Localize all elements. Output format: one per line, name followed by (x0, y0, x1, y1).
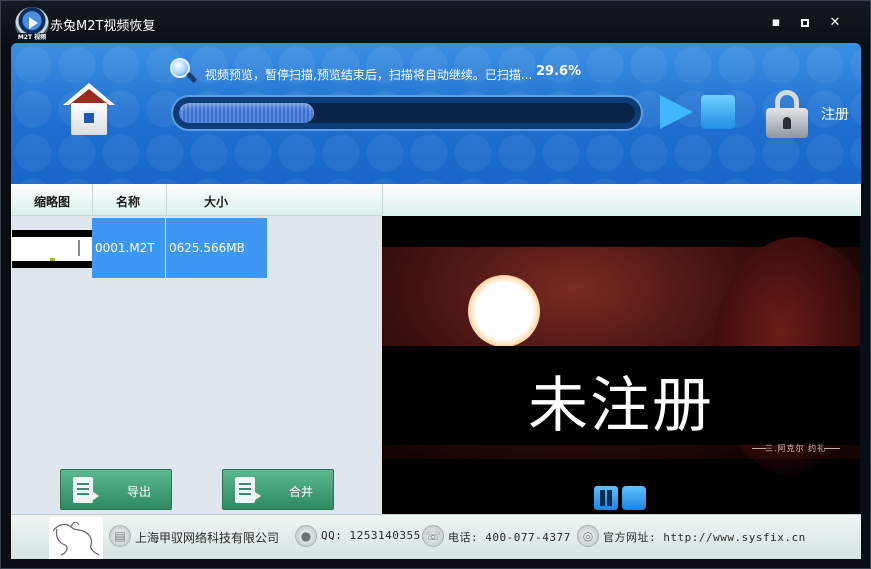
file-list-header: 缩略图 名称 大小 (11, 184, 382, 216)
export-doc-line (77, 483, 89, 485)
merge-doc-line (239, 488, 251, 490)
merge-arrow-glyph (251, 489, 261, 503)
file-row[interactable]: 0001.M2T 0625.566MB (11, 218, 267, 278)
unregistered-banner: 未注册 (382, 346, 860, 445)
logo-badge: M2T 视频 (17, 33, 47, 42)
video-thumbnail (12, 230, 92, 268)
file-size: 0625.566MB (166, 218, 267, 278)
unregistered-watermark: 未注册 (528, 371, 714, 441)
column-divider (92, 184, 93, 216)
lock-icon[interactable] (766, 90, 808, 138)
thumbnail-band (12, 261, 92, 268)
merge-doc-line (239, 483, 251, 485)
horse-logo-drawing (52, 521, 100, 556)
thumbnail-band (12, 230, 92, 237)
export-arrow-glyph (89, 489, 99, 503)
column-size[interactable]: 大小 (204, 193, 228, 210)
file-name: 0001.M2T (92, 218, 165, 278)
preview-header (382, 184, 861, 216)
merge-button[interactable]: 合并 (222, 469, 334, 510)
export-button[interactable]: 导出 (60, 469, 172, 510)
column-thumbnail[interactable]: 缩略图 (34, 193, 70, 210)
home-window (82, 111, 96, 125)
preview-caption: 三.阿克尔 约礼 (765, 444, 827, 453)
qq-number[interactable]: QQ: 1253140355 (321, 529, 421, 542)
thumbnail-text-mark (78, 240, 80, 256)
window-title: 赤兔M2T视频恢复 (50, 19, 156, 34)
company-name: 上海甲驭网络科技有限公司 (135, 531, 280, 545)
file-list-panel: 缩略图 名称 大小 0001.M2T 0625.566MB 导出 合并 (11, 184, 382, 514)
merge-label: 合并 (289, 485, 314, 499)
logo-play-glyph (29, 17, 38, 29)
horse-logo (49, 517, 103, 559)
progress-track (179, 103, 635, 123)
video-preview[interactable]: 未注册 三.阿克尔 约礼 (382, 216, 860, 514)
column-name[interactable]: 名称 (116, 193, 140, 210)
search-icon (170, 58, 198, 84)
qq-icon: ● (295, 525, 317, 547)
export-icon (73, 477, 99, 503)
search-handle (185, 71, 198, 84)
register-link[interactable]: 注册 (821, 104, 849, 124)
home-button[interactable] (63, 83, 115, 135)
preview-scene: 未注册 (382, 237, 860, 477)
app-logo-icon: M2T 视频 (15, 7, 49, 42)
app-window: M2T 视频 赤兔M2T视频恢复 ▪ ✕ 视频预览，暂停扫描,预览结束后，扫描将… (0, 0, 871, 569)
globe-icon: ◎ (577, 525, 599, 547)
pause-icon[interactable] (594, 486, 618, 510)
minimize-button[interactable]: ▪ (766, 13, 786, 33)
caption-rule (824, 448, 840, 449)
play-icon[interactable] (660, 95, 693, 129)
maximize-icon (801, 19, 809, 27)
caption-rule (752, 448, 766, 449)
column-divider (166, 184, 167, 216)
phone-icon: ☏ (422, 525, 444, 547)
merge-doc-line (239, 493, 251, 495)
scan-status-text: 视频预览，暂停扫描,预览结束后，扫描将自动继续。已扫描... (205, 68, 533, 82)
export-label: 导出 (127, 485, 152, 499)
title-bar[interactable]: M2T 视频 赤兔M2T视频恢复 ▪ ✕ (1, 1, 870, 43)
merge-icon (235, 477, 261, 503)
preview-stop-icon[interactable] (622, 486, 646, 510)
progress-fill (179, 103, 314, 123)
footer-bar: ▤ 上海甲驭网络科技有限公司 ● QQ: 1253140355 ☏ 电话: 40… (11, 514, 861, 559)
website-link[interactable]: 官方网址: http://www.sysfix.cn (603, 529, 806, 545)
scan-progress-bar (171, 95, 643, 131)
scan-progress-percent: 29.6% (536, 64, 582, 79)
stop-icon[interactable] (701, 95, 735, 129)
building-icon: ▤ (109, 525, 131, 547)
export-doc-line (77, 488, 89, 490)
close-button[interactable]: ✕ (825, 13, 845, 33)
maximize-button[interactable] (795, 13, 815, 33)
lock-keyhole (783, 117, 791, 129)
header-band: 视频预览，暂停扫描,预览结束后，扫描将自动继续。已扫描... 29.6% 注册 (11, 43, 861, 184)
export-doc-line (77, 493, 89, 495)
scene-light (468, 275, 540, 347)
phone-number: 电话: 400-077-4377 (448, 531, 571, 544)
